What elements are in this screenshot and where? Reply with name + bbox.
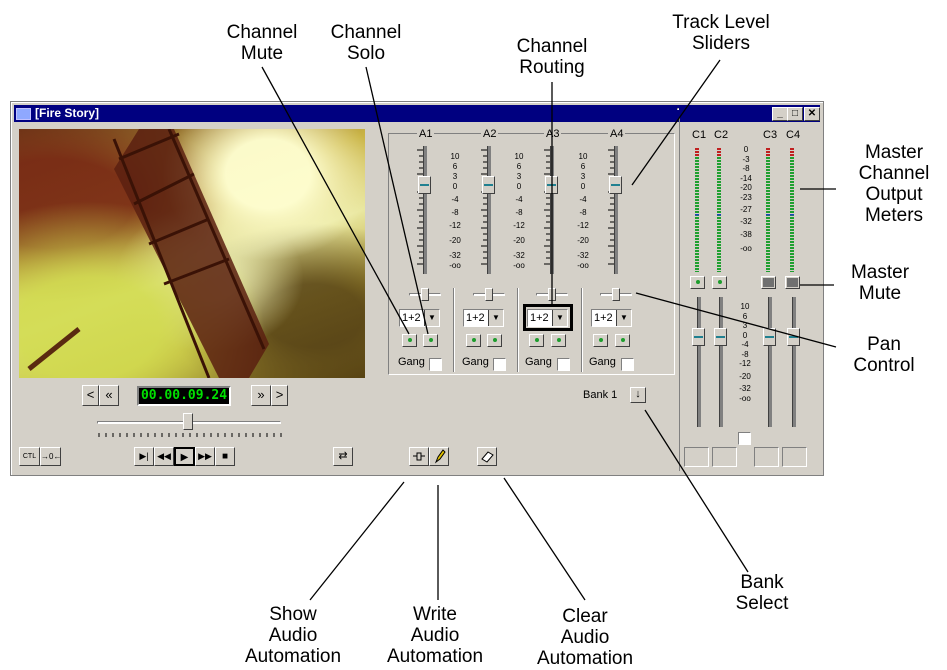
leader-pan-control [635, 292, 837, 348]
leader-channel-solo [365, 66, 429, 335]
leader-bank-select [644, 409, 749, 573]
leader-show-automation [309, 481, 405, 601]
leader-track-level-sliders [631, 59, 721, 186]
callout-leader-lines [261, 59, 837, 601]
leader-clear-automation [503, 477, 586, 601]
leader-channel-mute [261, 66, 410, 335]
